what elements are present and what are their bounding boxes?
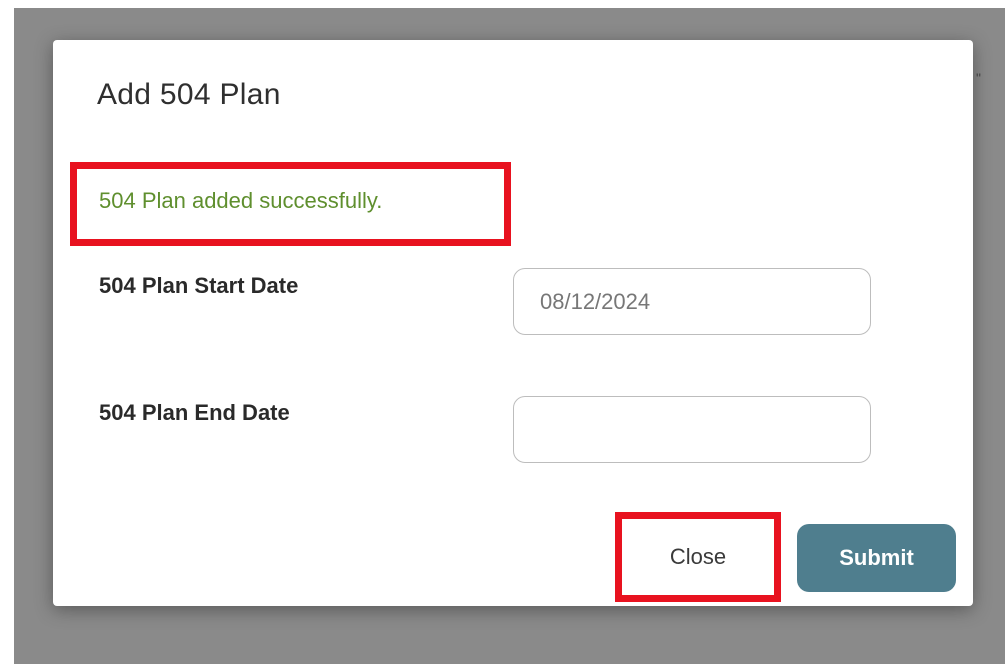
close-button[interactable]: Close xyxy=(630,526,766,588)
start-date-label: 504 Plan Start Date xyxy=(99,273,299,298)
end-date-label: 504 Plan End Date xyxy=(99,400,290,425)
start-date-input[interactable] xyxy=(513,268,871,335)
background-text-fragment: " xyxy=(976,70,981,86)
end-date-input[interactable] xyxy=(513,396,871,463)
dialog-title: Add 504 Plan xyxy=(97,78,281,111)
add-504-plan-dialog: Add 504 Plan 504 Plan added successfully… xyxy=(53,40,973,606)
success-message: 504 Plan added successfully. xyxy=(99,188,383,213)
submit-button[interactable]: Submit xyxy=(797,524,956,592)
